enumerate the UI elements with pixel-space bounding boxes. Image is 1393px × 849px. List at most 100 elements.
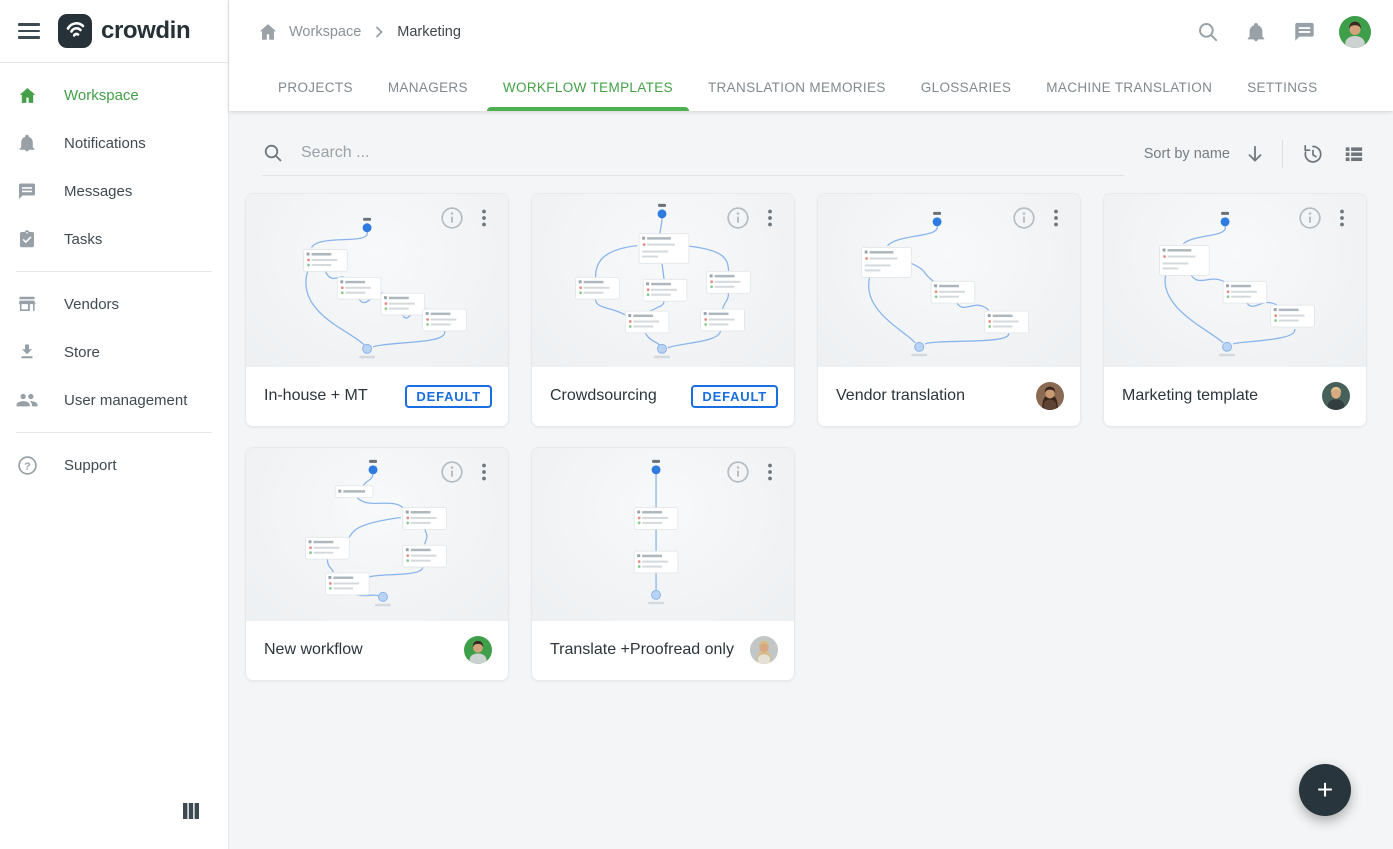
sidebar-divider bbox=[16, 432, 212, 433]
tasks-clipboard-icon bbox=[16, 228, 38, 250]
tab-bar: PROJECTS MANAGERS WORKFLOW TEMPLATES TRA… bbox=[229, 63, 1393, 111]
info-icon[interactable] bbox=[440, 206, 464, 230]
breadcrumb-home-icon[interactable] bbox=[257, 21, 279, 43]
workflow-thumbnail bbox=[246, 194, 508, 367]
workflow-card-in-house-mt[interactable]: In-house + MT DEFAULT bbox=[245, 193, 509, 427]
tab-workflow-templates[interactable]: WORKFLOW TEMPLATES bbox=[487, 63, 689, 111]
messages-chat-icon[interactable] bbox=[1291, 19, 1317, 45]
workflow-card-new-workflow[interactable]: New workflow bbox=[245, 447, 509, 681]
search-input[interactable] bbox=[301, 144, 1124, 162]
sidebar-header: crowdin bbox=[0, 0, 228, 63]
card-footer: In-house + MT DEFAULT bbox=[246, 367, 508, 426]
tab-glossaries[interactable]: GLOSSARIES bbox=[905, 63, 1028, 111]
owner-avatar bbox=[1036, 382, 1064, 410]
card-title: Vendor translation bbox=[836, 387, 965, 405]
card-title: Translate +Proofread only bbox=[550, 641, 734, 659]
owner-avatar bbox=[1322, 382, 1350, 410]
sidebar-item-label: Vendors bbox=[64, 296, 119, 313]
storefront-icon bbox=[16, 293, 38, 315]
card-footer: Translate +Proofread only bbox=[532, 621, 794, 680]
kebab-menu-icon[interactable] bbox=[1330, 206, 1354, 230]
main-area: Workspace Marketing bbox=[229, 0, 1393, 849]
workflow-thumbnail bbox=[1104, 194, 1366, 367]
workflow-card-crowdsourcing[interactable]: Crowdsourcing DEFAULT bbox=[531, 193, 795, 427]
sidebar-item-label: Notifications bbox=[64, 135, 146, 152]
breadcrumb-current-page: Marketing bbox=[397, 24, 461, 40]
sidebar-item-workspace[interactable]: Workspace bbox=[0, 71, 228, 119]
breadcrumb: Workspace Marketing bbox=[229, 0, 1393, 63]
default-badge: DEFAULT bbox=[691, 385, 778, 408]
topbar-icons bbox=[1195, 16, 1371, 48]
info-icon[interactable] bbox=[726, 206, 750, 230]
crowdin-app: crowdin Workspace Notifications Mess bbox=[0, 0, 1393, 849]
card-footer: Crowdsourcing DEFAULT bbox=[532, 367, 794, 426]
history-icon[interactable] bbox=[1299, 141, 1325, 167]
toolbar-divider bbox=[1282, 140, 1283, 168]
crowdin-logo-text: crowdin bbox=[101, 17, 190, 45]
add-workflow-template-fab[interactable]: + bbox=[1299, 764, 1351, 816]
message-icon bbox=[16, 180, 38, 202]
sidebar-item-tasks[interactable]: Tasks bbox=[0, 215, 228, 263]
owner-avatar bbox=[750, 636, 778, 664]
sidebar-item-messages[interactable]: Messages bbox=[0, 167, 228, 215]
sidebar-item-user-management[interactable]: User management bbox=[0, 376, 228, 424]
search-bar bbox=[262, 131, 1124, 176]
crowdin-logo[interactable]: crowdin bbox=[58, 14, 190, 48]
owner-avatar bbox=[464, 636, 492, 664]
sidebar-item-label: Tasks bbox=[64, 231, 102, 248]
breadcrumb-workspace-link[interactable]: Workspace bbox=[289, 24, 361, 40]
sidebar-item-store[interactable]: Store bbox=[0, 328, 228, 376]
workflow-template-grid: In-house + MT DEFAULT bbox=[229, 176, 1393, 681]
card-title: In-house + MT bbox=[264, 387, 368, 405]
help-icon: ? bbox=[16, 454, 38, 476]
kebab-menu-icon[interactable] bbox=[1044, 206, 1068, 230]
tab-managers[interactable]: MANAGERS bbox=[372, 63, 484, 111]
svg-text:?: ? bbox=[24, 460, 30, 472]
toolbar-controls: Sort by name bbox=[1144, 140, 1367, 168]
kebab-menu-icon[interactable] bbox=[758, 460, 782, 484]
info-icon[interactable] bbox=[1012, 206, 1036, 230]
card-footer: Vendor translation bbox=[818, 367, 1080, 426]
workflow-thumbnail bbox=[532, 448, 794, 621]
info-icon[interactable] bbox=[726, 460, 750, 484]
user-avatar[interactable] bbox=[1339, 16, 1371, 48]
info-icon[interactable] bbox=[440, 460, 464, 484]
list-view-icon[interactable] bbox=[1341, 141, 1367, 167]
kebab-menu-icon[interactable] bbox=[472, 460, 496, 484]
arrow-down-icon[interactable] bbox=[1244, 143, 1266, 165]
workflow-card-marketing-template[interactable]: Marketing template bbox=[1103, 193, 1367, 427]
crowdin-logo-icon bbox=[58, 14, 92, 48]
card-footer: New workflow bbox=[246, 621, 508, 680]
home-icon bbox=[16, 84, 38, 106]
info-icon[interactable] bbox=[1298, 206, 1322, 230]
sidebar-item-label: Support bbox=[64, 457, 117, 474]
tab-machine-translation[interactable]: MACHINE TRANSLATION bbox=[1030, 63, 1228, 111]
tab-translation-memories[interactable]: TRANSLATION MEMORIES bbox=[692, 63, 902, 111]
workflow-thumbnail bbox=[818, 194, 1080, 367]
sort-by-name-control[interactable]: Sort by name bbox=[1144, 146, 1230, 162]
people-icon bbox=[16, 389, 38, 411]
card-title: Marketing template bbox=[1122, 387, 1258, 405]
bell-icon bbox=[16, 132, 38, 154]
sidebar-item-label: Messages bbox=[64, 183, 132, 200]
tab-settings[interactable]: SETTINGS bbox=[1231, 63, 1333, 111]
toolbar: Sort by name bbox=[262, 131, 1367, 176]
tab-projects[interactable]: PROJECTS bbox=[262, 63, 369, 111]
search-icon bbox=[262, 142, 284, 164]
sidebar-item-notifications[interactable]: Notifications bbox=[0, 119, 228, 167]
sidebar-item-support[interactable]: ? Support bbox=[0, 441, 228, 489]
sidebar-item-vendors[interactable]: Vendors bbox=[0, 280, 228, 328]
workflow-card-translate-proofread-only[interactable]: Translate +Proofread only bbox=[531, 447, 795, 681]
kebab-menu-icon[interactable] bbox=[472, 206, 496, 230]
sidebar-item-label: User management bbox=[64, 392, 187, 409]
notifications-bell-icon[interactable] bbox=[1243, 19, 1269, 45]
columns-view-icon-button[interactable] bbox=[179, 801, 203, 823]
sidebar: crowdin Workspace Notifications Mess bbox=[0, 0, 229, 849]
workflow-thumbnail bbox=[532, 194, 794, 367]
card-title: New workflow bbox=[264, 641, 363, 659]
search-icon[interactable] bbox=[1195, 19, 1221, 45]
card-title: Crowdsourcing bbox=[550, 387, 657, 405]
kebab-menu-icon[interactable] bbox=[758, 206, 782, 230]
menu-hamburger-button[interactable] bbox=[16, 17, 44, 45]
workflow-card-vendor-translation[interactable]: Vendor translation bbox=[817, 193, 1081, 427]
